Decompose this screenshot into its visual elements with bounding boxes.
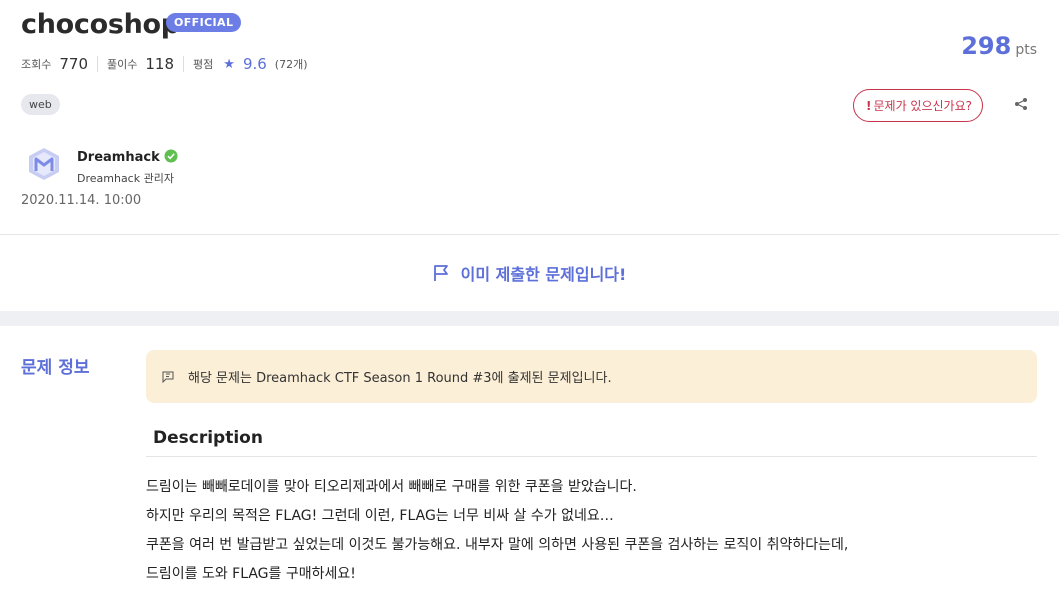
challenge-header: chocoshop OFFICIAL 298 pts 조회수 770 풀이수 11… [0,0,1059,234]
points-unit: pts [1015,42,1037,58]
star-icon: ★ [223,56,235,72]
tag-web[interactable]: web [21,94,60,115]
rating-count: (72개) [274,58,308,71]
description-line: 드림이는 빼빼로데이를 맞아 티오리제과에서 빼빼로 구매를 위한 쿠폰을 받았… [146,479,637,495]
views-count: 770 [59,55,89,73]
verified-check-icon [164,149,178,163]
views-label: 조회수 [21,58,52,71]
description-divider [146,456,1037,457]
report-problem-label: 문제가 있으신가요? [873,99,972,113]
share-icon[interactable] [1014,97,1028,111]
ctf-notice-box: 해당 문제는 Dreamhack CTF Season 1 Round #3에 … [146,350,1037,403]
solves-count: 118 [145,55,175,73]
points-display: 298 pts [961,32,1037,60]
description-title: Description [153,428,263,448]
author-role: Dreamhack 관리자 [77,172,174,185]
exclamation-icon: ! [866,99,872,113]
description-line: 드림이를 도와 FLAG를 구매하세요! [146,566,356,582]
published-date: 2020.11.14. 10:00 [21,193,142,208]
description-line: 하지만 우리의 목적은 FLAG! 그런데 이런, FLAG는 너무 비싸 살 … [146,508,614,524]
flag-icon [433,265,448,281]
stats-divider [97,56,99,72]
report-problem-button[interactable]: ! 문제가 있으신가요? [853,89,983,122]
rating-value: 9.6 [242,55,267,73]
stats-divider [183,56,185,72]
rating-label: 평점 [193,58,214,71]
author-name[interactable]: Dreamhack [77,149,178,165]
section-separator [0,311,1059,326]
comment-icon [162,371,174,383]
author-name-text: Dreamhack [77,150,160,165]
official-badge: OFFICIAL [166,13,242,32]
submitted-banner: 이미 제출한 문제입니다! [0,235,1059,311]
dreamhack-logo-icon[interactable] [26,146,62,182]
challenge-title: chocoshop [21,9,180,40]
submitted-text: 이미 제출한 문제입니다! [460,265,627,284]
description-body: 드림이는 빼빼로데이를 맞아 티오리제과에서 빼빼로 구매를 위한 쿠폰을 받았… [146,473,848,589]
challenge-stats: 조회수 770 풀이수 118 평점 ★ 9.6 (72개) [21,55,308,73]
notice-text: 해당 문제는 Dreamhack CTF Season 1 Round #3에 … [188,371,612,386]
section-title-problem-info: 문제 정보 [21,358,90,378]
solves-label: 풀이수 [107,58,138,71]
points-value: 298 [961,32,1012,60]
description-line: 쿠폰을 여러 번 발급받고 싶었는데 이것도 불가능해요. 내부자 말에 의하면… [146,537,849,553]
